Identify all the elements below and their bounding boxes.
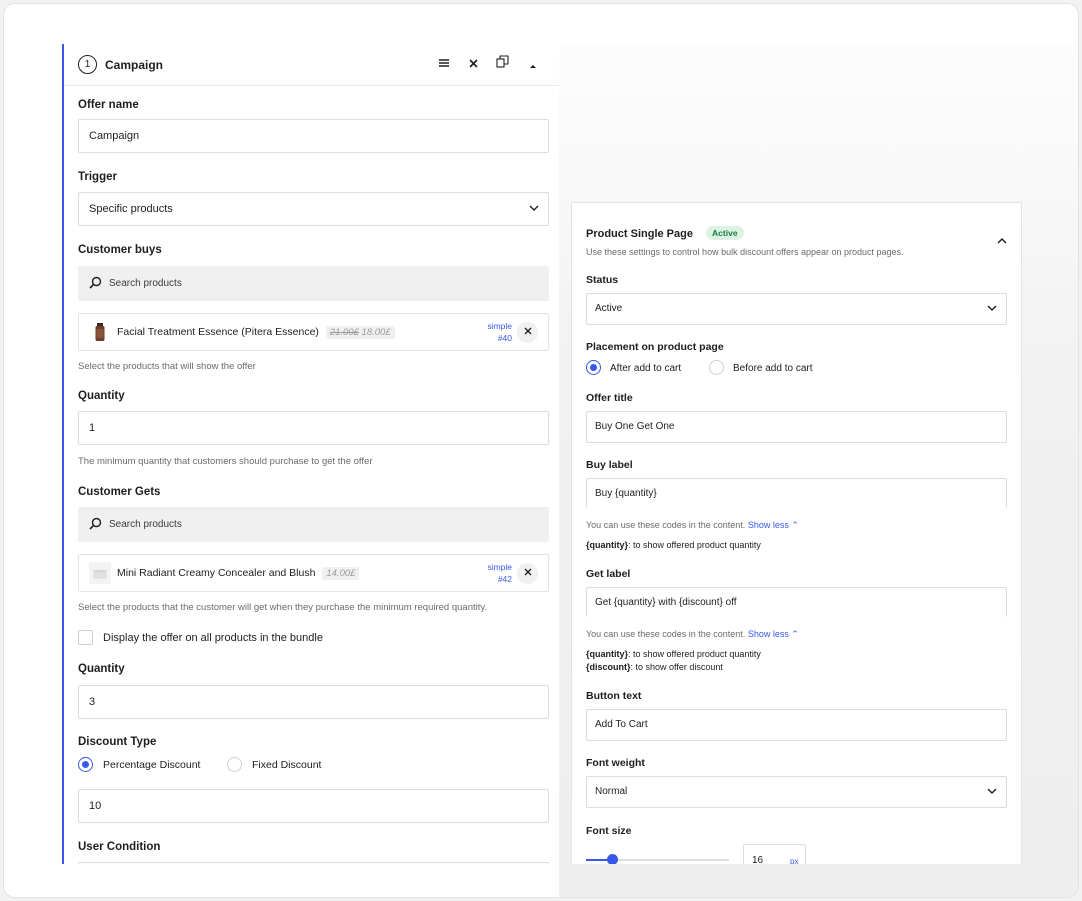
discount-value-input[interactable]: 10 [78, 789, 549, 823]
placement-label: Placement on product page [586, 341, 724, 353]
get-label-code-quantity: {quantity}: to show offered product quan… [586, 649, 761, 659]
buy-label-help: You can use these codes in the content. … [586, 520, 799, 530]
gets-product-meta: simple #42 [487, 562, 512, 584]
buy-label-label: Buy label [586, 459, 633, 471]
user-condition-label: User Condition [78, 841, 161, 853]
chevron-down-icon [529, 193, 539, 225]
trigger-value: Specific products [89, 203, 173, 215]
chevron-down-icon [987, 294, 997, 324]
buys-product-name: Facial Treatment Essence (Pitera Essence… [117, 326, 395, 339]
buy-label-code: {quantity}: to show offered product quan… [586, 540, 761, 550]
status-select[interactable]: Active [586, 293, 1007, 325]
buy-label-show-less-link[interactable]: Show less ⌃ [748, 520, 799, 530]
quantity-buy-help: The minimum quantity that customers shou… [78, 456, 373, 467]
font-size-label: Font size [586, 825, 632, 837]
step-number: 1 [78, 55, 97, 74]
before-add-to-cart-radio[interactable] [709, 360, 724, 375]
font-size-unit: px [790, 857, 799, 864]
offer-title-label: Offer title [586, 392, 633, 404]
search-icon [89, 276, 103, 290]
buy-label-input[interactable]: Buy {quantity} [586, 478, 1007, 508]
trigger-select[interactable]: Specific products [78, 192, 549, 226]
get-label-label: Get label [586, 568, 631, 580]
campaign-panel: 1 Campaign Offer name Campaign Trigger S… [62, 44, 559, 864]
font-size-slider[interactable] [586, 854, 729, 864]
buys-product-price: 21.00£ 18.00£ [325, 326, 395, 339]
remove-product-button[interactable] [517, 563, 538, 584]
font-size-slider-thumb[interactable] [607, 854, 618, 864]
chevron-up-icon[interactable] [997, 233, 1007, 247]
button-text-input[interactable]: Add To Cart [586, 709, 1007, 741]
font-weight-value: Normal [595, 786, 628, 797]
campaign-header[interactable]: 1 Campaign [64, 44, 559, 86]
quantity-buy-input[interactable]: 1 [78, 411, 549, 445]
app-frame: 1 Campaign Offer name Campaign Trigger S… [3, 3, 1079, 898]
customer-gets-label: Customer Gets [78, 486, 161, 498]
status-value: Active [595, 303, 623, 314]
buys-product-item: Facial Treatment Essence (Pitera Essence… [78, 313, 549, 351]
get-label-code-discount: {discount}: to show offer discount [586, 662, 723, 672]
get-label-help: You can use these codes in the content. … [586, 629, 799, 639]
product-thumbnail [89, 321, 111, 343]
font-weight-label: Font weight [586, 757, 645, 769]
fixed-discount-radio[interactable] [227, 757, 242, 772]
percentage-discount-radio[interactable] [78, 757, 93, 772]
chevron-down-icon [987, 777, 997, 807]
before-add-to-cart-label: Before add to cart [733, 363, 813, 374]
gets-help-text: Select the products that the customer wi… [78, 602, 488, 613]
button-text-label: Button text [586, 690, 642, 702]
search-placeholder: Search products [109, 519, 182, 530]
user-condition-select[interactable] [78, 862, 549, 864]
display-all-checkbox[interactable] [78, 630, 93, 645]
font-size-input[interactable]: 16 px [743, 844, 806, 864]
font-weight-select[interactable]: Normal [586, 776, 1007, 808]
font-size-value: 16 [752, 855, 764, 864]
collapse-arrow-icon[interactable] [529, 57, 537, 73]
trigger-label: Trigger [78, 171, 117, 183]
buys-product-meta: simple #40 [487, 321, 512, 343]
gets-search-input[interactable]: Search products [78, 507, 549, 542]
offer-title-input[interactable]: Buy One Get One [586, 411, 1007, 443]
after-add-to-cart-radio[interactable] [586, 360, 601, 375]
product-page-description: Use these settings to control how bulk d… [586, 247, 904, 257]
gets-product-item: Mini Radiant Creamy Concealer and Blush … [78, 554, 549, 592]
product-page-title: Product Single Page Active [586, 226, 744, 240]
get-label-show-less-link[interactable]: Show less ⌃ [748, 629, 799, 639]
status-label: Status [586, 274, 619, 286]
quantity-get-input[interactable]: 3 [78, 685, 549, 719]
product-page-panel: Product Single Page Active Use these set… [571, 202, 1022, 864]
remove-product-button[interactable] [517, 322, 538, 343]
get-label-input[interactable]: Get {quantity} with {discount} off [586, 587, 1007, 617]
display-all-label: Display the offer on all products in the… [103, 632, 323, 644]
buys-search-input[interactable]: Search products [78, 266, 549, 301]
status-badge: Active [706, 226, 744, 240]
close-icon[interactable] [468, 56, 479, 72]
percentage-discount-label: Percentage Discount [103, 759, 201, 771]
drag-handle-icon[interactable] [438, 56, 450, 72]
discount-type-label: Discount Type [78, 736, 157, 748]
duplicate-icon[interactable] [496, 55, 509, 71]
buys-help-text: Select the products that will show the o… [78, 361, 256, 372]
gets-product-price: 14.00£ [322, 567, 360, 580]
offer-name-label: Offer name [78, 99, 139, 111]
search-icon [89, 517, 103, 531]
customer-buys-label: Customer buys [78, 244, 162, 256]
quantity-get-label: Quantity [78, 663, 125, 675]
offer-name-input[interactable]: Campaign [78, 119, 549, 153]
fixed-discount-label: Fixed Discount [252, 759, 322, 771]
after-add-to-cart-label: After add to cart [610, 363, 682, 374]
search-placeholder: Search products [109, 278, 182, 289]
quantity-buy-label: Quantity [78, 390, 125, 402]
product-thumbnail [89, 562, 111, 584]
campaign-title: Campaign [105, 58, 164, 72]
gets-product-name: Mini Radiant Creamy Concealer and Blush … [117, 567, 360, 580]
